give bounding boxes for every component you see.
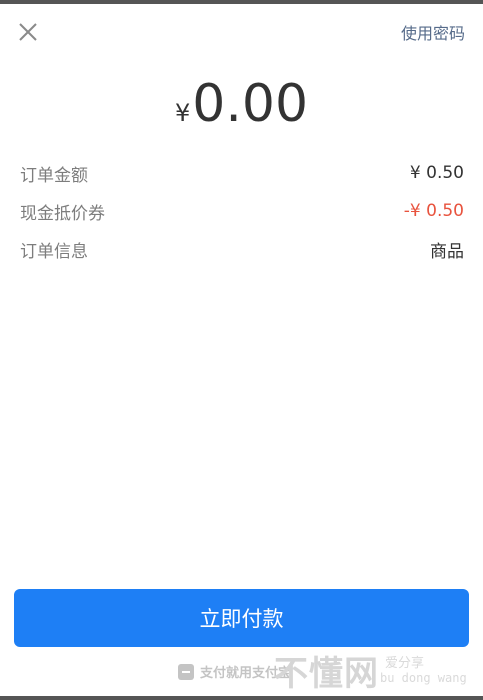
amount-value: 0.00 — [192, 74, 309, 134]
alipay-logo-icon — [178, 663, 194, 680]
payment-amount: ¥0.00 — [0, 78, 483, 130]
detail-value-discount: -¥ 0.50 — [403, 201, 464, 221]
watermark-pinyin: bu dong wang — [380, 671, 467, 685]
use-password-link[interactable]: 使用密码 — [401, 20, 465, 44]
detail-row-order-amount: 订单金额 ¥ 0.50 — [20, 161, 464, 186]
watermark-title: 不懂网 — [274, 654, 379, 694]
watermark-subtitle: 爱分享 — [385, 656, 425, 671]
bottom-edge-bar — [0, 696, 483, 700]
detail-row-cash-coupon: 现金抵价券 -¥ 0.50 — [20, 199, 464, 224]
detail-label: 订单金额 — [20, 165, 88, 186]
close-icon[interactable] — [14, 18, 42, 46]
detail-value[interactable]: 商品 — [430, 237, 464, 262]
footer: 支付就用支付宝 不懂网 爱分享 bu dong wang — [0, 652, 483, 696]
detail-value: ¥ 0.50 — [409, 163, 464, 183]
top-edge-bar — [0, 0, 483, 4]
detail-row-order-info: 订单信息 商品 — [20, 237, 464, 262]
detail-label: 订单信息 — [20, 241, 88, 262]
pay-now-button[interactable]: 立即付款 — [14, 589, 469, 647]
currency-symbol: ¥ — [174, 99, 191, 127]
detail-label: 现金抵价券 — [20, 203, 105, 224]
